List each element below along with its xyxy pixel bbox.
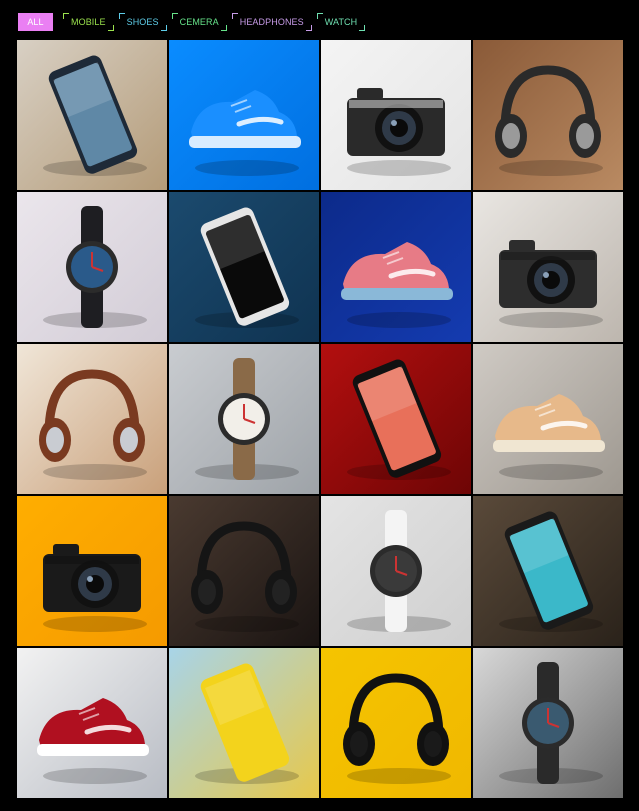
headphones-photo: [169, 496, 319, 646]
corner-bracket: [231, 13, 238, 19]
gallery-item-watch[interactable]: [17, 192, 167, 342]
phone-photo: [321, 344, 471, 494]
watch-photo: [473, 648, 623, 798]
phone-photo: [169, 192, 319, 342]
gallery-item-camera[interactable]: [17, 496, 167, 646]
corner-bracket: [118, 13, 125, 19]
corner-bracket: [160, 25, 167, 31]
gallery-item-headphones[interactable]: [17, 344, 167, 494]
gallery-item-watch[interactable]: [321, 496, 471, 646]
filter-bar: ALL MOBILE SHOES CEMERA HEADPHONES WATCH: [18, 13, 366, 31]
gallery-item-shoe[interactable]: [321, 192, 471, 342]
gallery-item-phone[interactable]: [17, 40, 167, 190]
gallery-item-phone[interactable]: [169, 648, 319, 798]
filter-button-mobile[interactable]: MOBILE: [63, 13, 114, 31]
filter-label: WATCH: [324, 17, 358, 27]
filter-button-headphones[interactable]: HEADPHONES: [231, 13, 312, 31]
shoe-photo: [473, 344, 623, 494]
corner-bracket: [171, 13, 178, 19]
gallery-item-headphones[interactable]: [473, 40, 623, 190]
gallery-item-watch[interactable]: [169, 344, 319, 494]
camera-photo: [473, 192, 623, 342]
gallery-item-headphones[interactable]: [321, 648, 471, 798]
gallery-item-camera[interactable]: [321, 40, 471, 190]
filter-button-cemera[interactable]: CEMERA: [171, 13, 227, 31]
camera-photo: [321, 40, 471, 190]
corner-bracket: [63, 13, 69, 19]
corner-bracket: [305, 25, 312, 31]
gallery-item-shoe[interactable]: [169, 40, 319, 190]
headphones-photo: [473, 40, 623, 190]
shoe-photo: [321, 192, 471, 342]
gallery-item-shoe[interactable]: [473, 344, 623, 494]
filter-label: HEADPHONES: [239, 17, 304, 27]
filter-button-all[interactable]: ALL: [18, 13, 53, 31]
phone-photo: [17, 40, 167, 190]
shoe-photo: [17, 648, 167, 798]
camera-photo: [17, 496, 167, 646]
headphones-photo: [321, 648, 471, 798]
gallery-item-camera[interactable]: [473, 192, 623, 342]
watch-photo: [321, 496, 471, 646]
filter-button-watch[interactable]: WATCH: [316, 13, 366, 31]
phone-photo: [169, 648, 319, 798]
headphones-photo: [17, 344, 167, 494]
filter-label: SHOES: [126, 17, 159, 27]
gallery-item-phone[interactable]: [473, 496, 623, 646]
phone-photo: [473, 496, 623, 646]
corner-bracket: [107, 25, 114, 31]
gallery-item-watch[interactable]: [473, 648, 623, 798]
gallery-grid: [17, 40, 623, 798]
corner-bracket: [316, 13, 323, 19]
filter-button-shoes[interactable]: SHOES: [118, 13, 167, 31]
gallery-item-shoe[interactable]: [17, 648, 167, 798]
filter-label: ALL: [27, 17, 44, 27]
filter-label: MOBILE: [71, 17, 106, 27]
watch-photo: [169, 344, 319, 494]
shoe-photo: [169, 40, 319, 190]
filter-label: CEMERA: [179, 17, 219, 27]
corner-bracket: [359, 25, 366, 31]
gallery-item-headphones[interactable]: [169, 496, 319, 646]
gallery-item-phone[interactable]: [321, 344, 471, 494]
watch-photo: [17, 192, 167, 342]
corner-bracket: [220, 25, 227, 31]
gallery-item-phone[interactable]: [169, 192, 319, 342]
